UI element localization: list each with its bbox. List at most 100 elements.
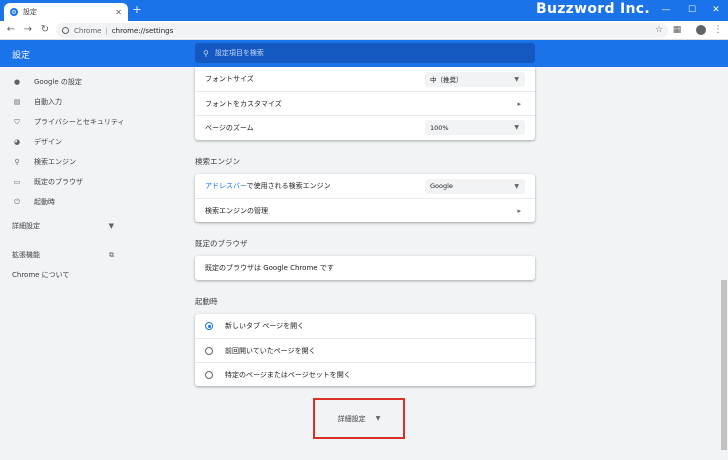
sidebar-item-label: 既定のブラウザ — [34, 178, 83, 186]
page-zoom-row: ページのズーム 100% ▼ — [195, 115, 535, 139]
sidebar-item-appearance[interactable]: ◕ デザイン — [12, 135, 172, 149]
startup-option-label: 特定のページまたはページセットを開く — [225, 370, 351, 379]
sidebar-item-search-engine[interactable]: ⚲ 検索エンジン — [12, 155, 172, 169]
url-text: chrome://settings — [111, 26, 174, 35]
sidebar-item-label: デザイン — [34, 138, 62, 146]
forward-button[interactable]: → — [21, 23, 35, 37]
dropdown-caret-icon: ▼ — [514, 75, 519, 83]
palette-icon: ◕ — [13, 138, 21, 146]
person-icon: ● — [13, 78, 21, 86]
tab-close-icon[interactable]: ✕ — [115, 8, 122, 17]
startup-option-label: 新しいタブ ページを開く — [225, 322, 305, 330]
sidebar-item-autofill[interactable]: ▤ 自動入力 — [12, 95, 172, 109]
address-bar-engine-row: アドレスバーで使用される検索エンジン Google ▼ — [195, 174, 535, 198]
sidebar-item-label: プライバシーとセキュリティ — [34, 118, 125, 126]
page-zoom-value: 100% — [430, 123, 449, 132]
sidebar-item-default-browser[interactable]: ▭ 既定のブラウザ — [12, 175, 172, 189]
customize-fonts-label: フォントをカスタマイズ — [205, 99, 282, 108]
minimize-button[interactable]: — — [654, 2, 678, 18]
watermark: Buzzword Inc. — [536, 1, 650, 17]
default-browser-section-title: 既定のブラウザ — [195, 239, 248, 248]
tab-title: 設定 — [23, 8, 37, 16]
bookmark-star-icon[interactable]: ☆ — [652, 23, 666, 37]
startup-option-label: 前回開いていたページを開く — [225, 346, 316, 355]
close-window-button[interactable]: ✕ — [704, 2, 728, 18]
address-bar-engine-label: アドレスバーで使用される検索エンジン — [205, 181, 331, 191]
page-title: 設定 — [12, 51, 31, 61]
chevron-down-icon: ▼ — [375, 415, 381, 422]
sidebar-item-label: Google の設定 — [34, 78, 82, 86]
power-icon: ⏻ — [14, 197, 20, 206]
settings-header: 設定 ⚲ — [0, 40, 728, 67]
radio-button[interactable] — [205, 346, 213, 355]
address-bar[interactable]: Chrome | chrome://settings — [56, 23, 668, 38]
on-startup-card: 新しいタブ ページを開く 前回開いていたページを開く 特定のページまたはページセ… — [195, 314, 535, 386]
open-in-new-icon: ⧉ — [109, 250, 114, 259]
sidebar-item-label: 自動入力 — [34, 98, 62, 106]
sidebar-item-on-startup[interactable]: ⏻ 起動時 — [12, 195, 172, 209]
sidebar-extensions[interactable]: 拡張機能 ⧉ — [12, 248, 172, 262]
default-browser-status: 既定のブラウザは Google Chrome です — [205, 264, 334, 272]
on-startup-section-title: 起動時 — [195, 297, 218, 306]
dropdown-caret-icon: ▼ — [514, 124, 519, 131]
default-browser-row: 既定のブラウザは Google Chrome です — [195, 256, 535, 280]
profile-avatar[interactable] — [696, 25, 706, 35]
page-zoom-label: ページのズーム — [205, 123, 254, 132]
default-browser-card: 既定のブラウザは Google Chrome です — [195, 256, 535, 280]
chevron-right-icon: ▸ — [517, 206, 521, 215]
advanced-settings-label: 詳細設定 — [337, 414, 366, 423]
assignment-icon: ▤ — [13, 98, 21, 106]
search-icon: ⚲ — [203, 48, 209, 58]
appearance-card: フォントサイズ 中（推奨） ▼ フォントをカスタマイズ ▸ ページのズーム 10… — [195, 67, 535, 140]
settings-search-input[interactable] — [214, 49, 515, 57]
sidebar-item-google[interactable]: ● Google の設定 — [12, 75, 172, 89]
page-zoom-select[interactable]: 100% ▼ — [425, 120, 525, 135]
sidebar-about-chrome[interactable]: Chrome について — [12, 268, 172, 282]
browser-icon: ▭ — [13, 178, 21, 186]
site-label: Chrome — [74, 26, 102, 35]
manage-search-engines-row[interactable]: 検索エンジンの管理 ▸ — [195, 198, 535, 222]
sidebar-about-label: Chrome について — [12, 271, 70, 279]
browser-tab[interactable]: ⚙ 設定 ✕ — [4, 3, 128, 21]
reload-button[interactable]: ↻ — [38, 23, 52, 37]
font-size-label: フォントサイズ — [205, 75, 254, 83]
font-size-row: フォントサイズ 中（推奨） ▼ — [195, 67, 535, 91]
sidebar-advanced-label: 詳細設定 — [12, 222, 40, 230]
sidebar-item-label: 起動時 — [34, 198, 55, 206]
manage-search-engines-label: 検索エンジンの管理 — [205, 206, 268, 215]
new-tab-button[interactable]: + — [131, 4, 143, 16]
settings-search[interactable]: ⚲ — [195, 43, 535, 63]
scrollbar-thumb[interactable] — [721, 280, 727, 450]
search-engine-section-title: 検索エンジン — [195, 157, 240, 166]
customize-fonts-row[interactable]: フォントをカスタマイズ ▸ — [195, 91, 535, 115]
extension-icon[interactable]: ▦ — [670, 23, 684, 37]
sidebar-item-privacy[interactable]: ⛉ プライバシーとセキュリティ — [12, 115, 172, 129]
back-button[interactable]: ← — [4, 23, 18, 37]
address-bar-link[interactable]: アドレスバー — [205, 182, 247, 190]
maximize-button[interactable]: ☐ — [680, 2, 704, 18]
site-info-icon[interactable] — [62, 27, 69, 34]
startup-option-new-tab[interactable]: 新しいタブ ページを開く — [195, 314, 535, 338]
address-separator: | — [105, 26, 108, 35]
shield-icon: ⛉ — [14, 117, 20, 126]
sidebar-advanced[interactable]: 詳細設定 ▼ — [12, 219, 172, 233]
advanced-settings-button[interactable]: 詳細設定 ▼ — [313, 398, 405, 439]
sidebar-extensions-label: 拡張機能 — [12, 251, 40, 259]
search-icon: ⚲ — [14, 158, 20, 166]
dropdown-caret-icon: ▼ — [514, 182, 519, 190]
chevron-right-icon: ▸ — [517, 99, 521, 108]
address-bar-engine-text: で使用される検索エンジン — [246, 182, 331, 190]
radio-button-selected[interactable] — [205, 322, 213, 330]
startup-option-continue[interactable]: 前回開いていたページを開く — [195, 338, 535, 362]
startup-option-specific-pages[interactable]: 特定のページまたはページセットを開く — [195, 362, 535, 386]
sidebar-item-label: 検索エンジン — [34, 158, 76, 166]
radio-button[interactable] — [205, 370, 213, 379]
font-size-select[interactable]: 中（推奨） ▼ — [425, 71, 525, 87]
menu-icon[interactable]: ⋮ — [711, 23, 725, 37]
settings-gear-icon: ⚙ — [10, 8, 18, 16]
search-engine-select[interactable]: Google ▼ — [425, 178, 525, 194]
font-size-value: 中（推奨） — [430, 76, 463, 84]
title-bar: ⚙ 設定 ✕ + Buzzword Inc. — ☐ ✕ — [0, 0, 728, 21]
chevron-down-icon: ▼ — [108, 222, 114, 230]
settings-sidebar: ● Google の設定 ▤ 自動入力 ⛉ プライバシーとセキュリティ ◕ デザ… — [0, 67, 180, 460]
